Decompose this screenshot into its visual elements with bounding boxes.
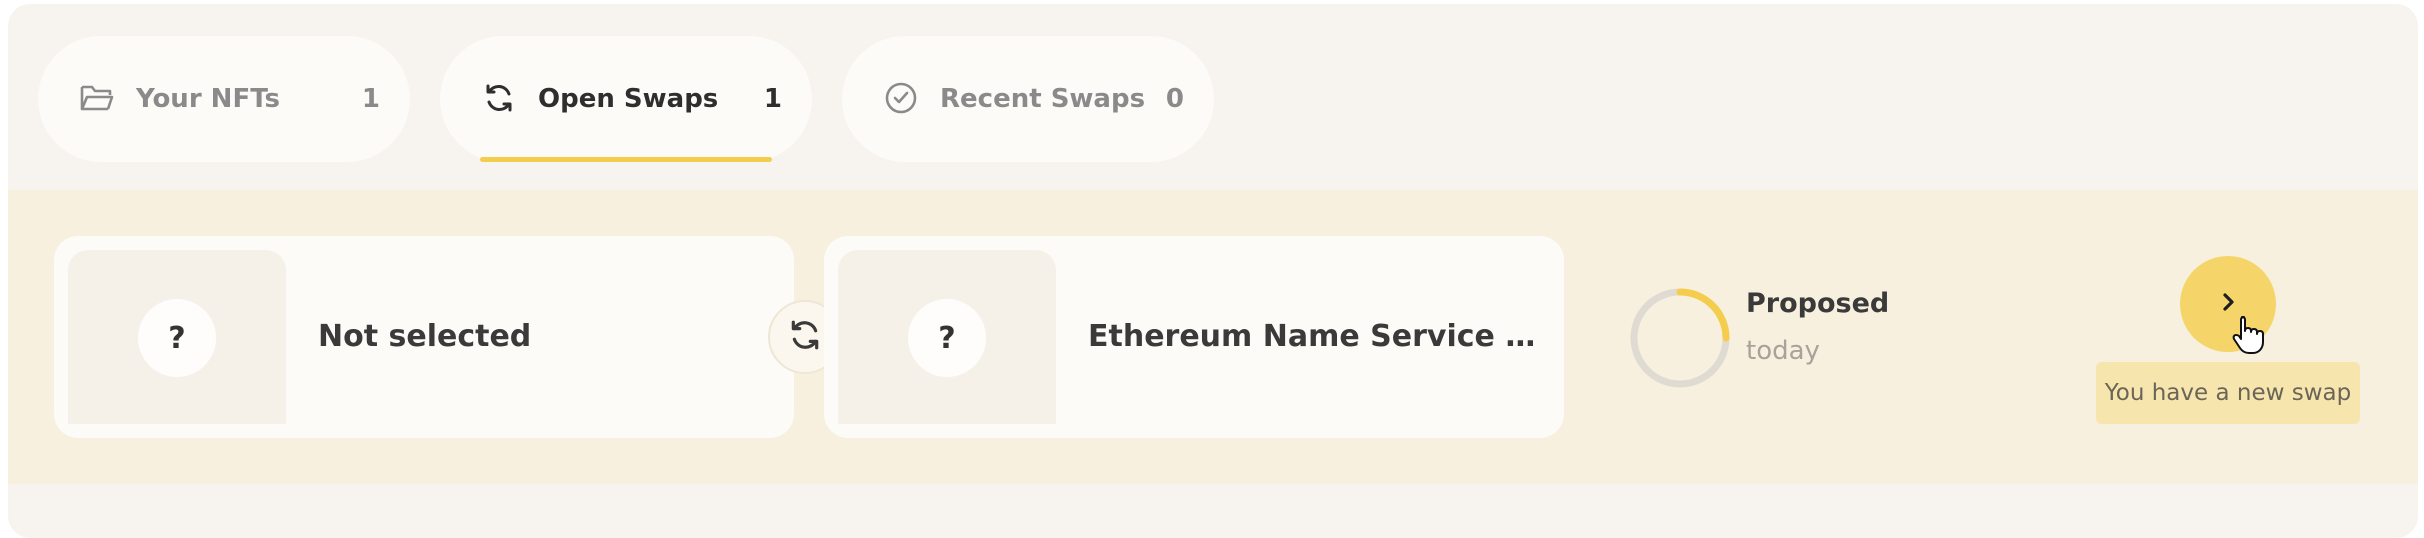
status-progress-ring [1630,288,1730,388]
tab-label: Recent Swaps [940,84,1146,114]
tab-open-swaps[interactable]: Open Swaps 1 [440,36,812,162]
swaps-panel: Your NFTs 1 Open Swaps 1 Recent Swaps 0 [8,4,2418,538]
status-label: Proposed [1746,288,1890,319]
tab-label: Your NFTs [136,84,280,114]
refresh-icon [788,318,822,356]
nft-thumbnail: ? [68,250,286,424]
nft-placeholder: ? [138,299,216,377]
tab-recent-swaps[interactable]: Recent Swaps 0 [842,36,1214,162]
nft-title: Not selected [318,319,532,354]
check-circle-icon [882,79,920,117]
refresh-icon [480,79,518,117]
hand-cursor-icon [2232,316,2264,354]
tab-label: Open Swaps [538,84,719,114]
nft-thumbnail: ? [838,250,1056,424]
tab-your-nfts[interactable]: Your NFTs 1 [38,36,410,162]
status-time: today [1746,336,1820,366]
tab-count: 1 [763,84,782,114]
tab-count: 1 [361,84,380,114]
nft-placeholder: ? [908,299,986,377]
folder-open-icon [78,79,116,117]
tab-count: 0 [1165,84,1184,114]
swap-row[interactable]: ? Not selected ? Ethereum Name Service (… [8,190,2418,484]
left-nft-card[interactable]: ? Not selected [54,236,794,438]
right-nft-card[interactable]: ? Ethereum Name Service (ENS) [824,236,1564,438]
nft-title: Ethereum Name Service (ENS) [1088,319,1538,354]
new-swap-tooltip: You have a new swap [2096,362,2360,424]
